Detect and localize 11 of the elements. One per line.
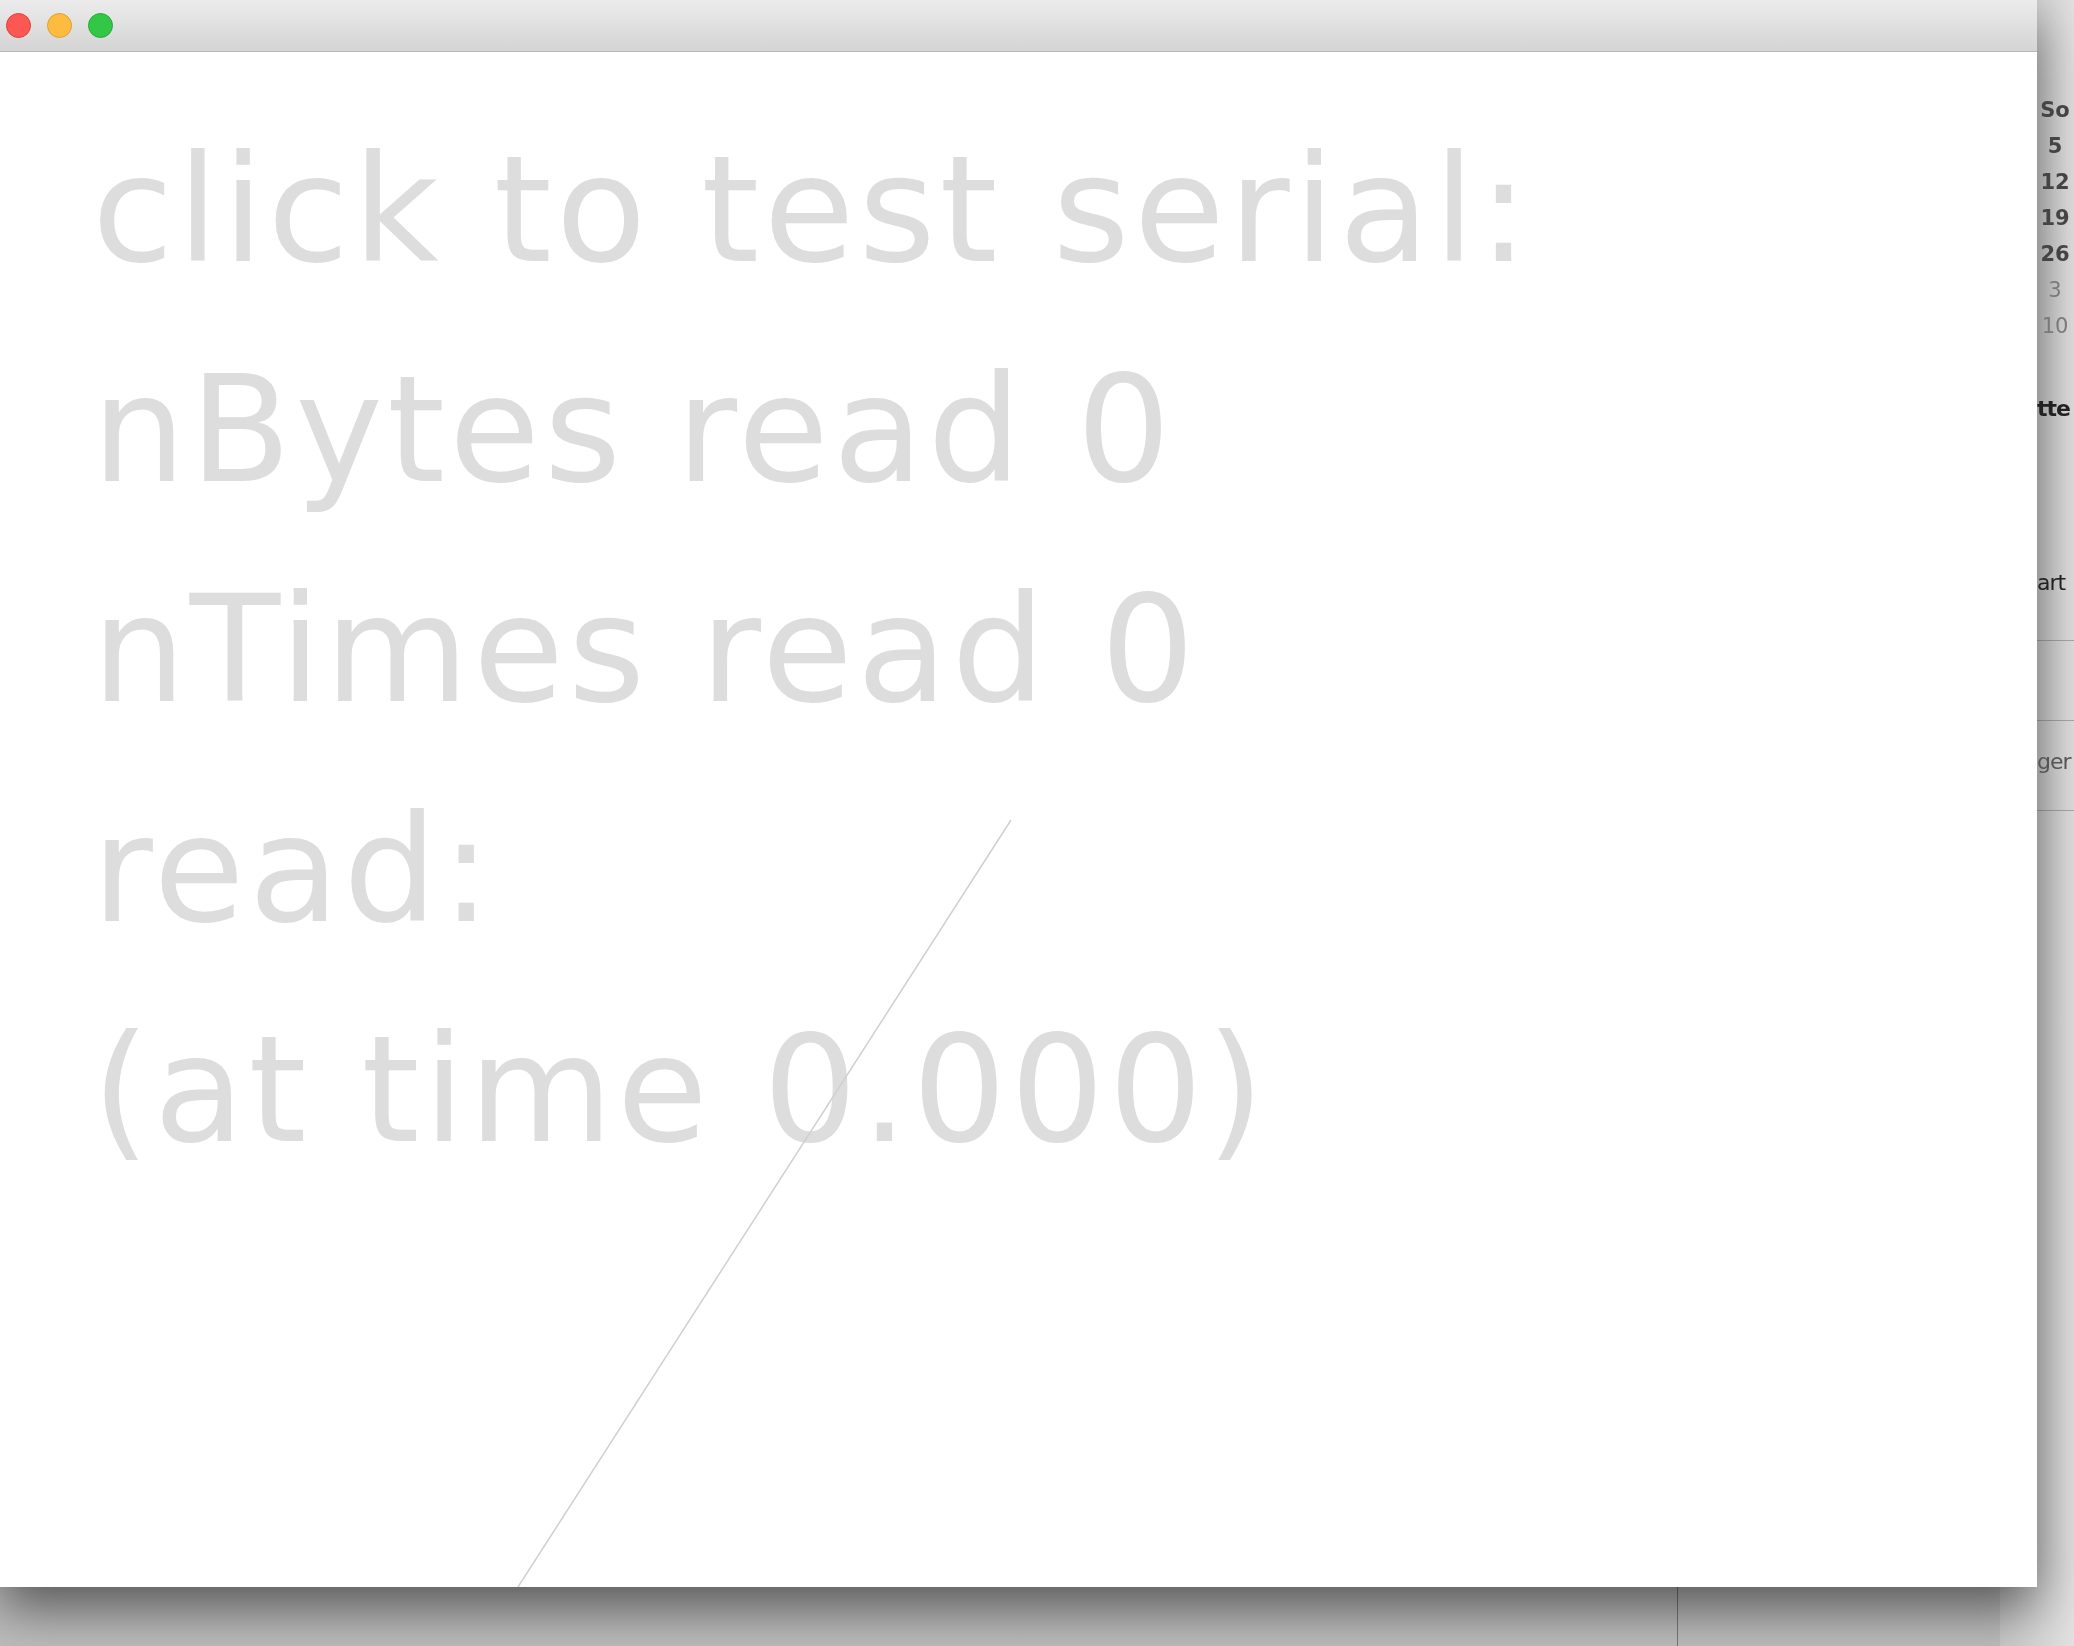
calendar-day[interactable]: 26: [2040, 236, 2070, 272]
close-button[interactable]: [6, 13, 31, 38]
partial-text: tte: [2037, 395, 2070, 423]
calendar-day[interactable]: 19: [2040, 200, 2070, 236]
calendar-day[interactable]: 12: [2040, 164, 2070, 200]
minimize-button[interactable]: [47, 13, 72, 38]
zoom-button[interactable]: [88, 13, 113, 38]
weekday-header: So: [2040, 97, 2070, 124]
calendar-day[interactable]: 5: [2047, 128, 2063, 164]
partial-text: art: [2037, 569, 2066, 597]
partial-text: ger: [2037, 748, 2071, 776]
